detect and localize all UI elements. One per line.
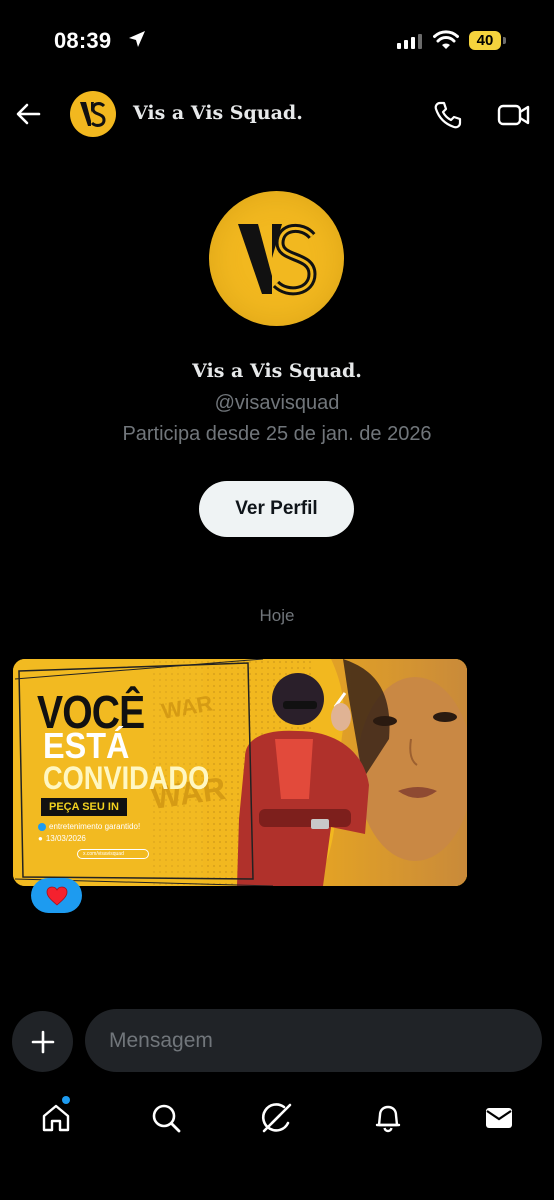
poster-date: ● 13/03/2026 <box>38 834 86 843</box>
view-profile-button[interactable]: Ver Perfil <box>199 481 354 537</box>
back-arrow-icon[interactable] <box>14 100 44 128</box>
plus-icon <box>31 1030 54 1053</box>
poster-cta: PEÇA SEU IN <box>41 798 127 816</box>
nav-grok[interactable] <box>257 1098 297 1138</box>
profile-name: Vis a Vis Squad. <box>192 360 362 382</box>
heart-icon <box>46 886 67 906</box>
grok-icon <box>261 1103 292 1133</box>
message-input[interactable] <box>107 1027 511 1054</box>
nav-search[interactable] <box>146 1098 186 1138</box>
header-avatar[interactable] <box>70 91 116 137</box>
verified-icon <box>38 822 46 831</box>
vs-logo <box>80 102 106 127</box>
poster-tagline-text: entretenimento garantido! <box>49 822 141 831</box>
battery-tip <box>503 37 506 44</box>
location-arrow-icon <box>129 31 145 47</box>
message-input-container[interactable] <box>85 1009 542 1072</box>
add-attachment-button[interactable] <box>12 1011 73 1072</box>
messages-icon <box>486 1108 512 1128</box>
status-time: 08:39 <box>54 28 112 53</box>
message-image[interactable]: WAR WAR VOCÊ ESTÁ CONVIDADO PEÇA SEU IN … <box>13 659 467 886</box>
nav-messages[interactable] <box>479 1098 519 1138</box>
conversation-title[interactable]: Vis a Vis Squad. <box>133 102 303 124</box>
profile-avatar[interactable] <box>209 191 344 326</box>
video-call-icon[interactable] <box>497 100 531 130</box>
poster-search-text: x.com/visavisquad <box>83 851 124 857</box>
battery-level: 40 <box>476 32 494 49</box>
poster-search-pill: x.com/visavisquad <box>77 849 149 859</box>
cellular-signal-icon <box>397 34 422 49</box>
poster-tagline: entretenimento garantido! <box>38 822 140 831</box>
wifi-icon <box>433 30 459 49</box>
nav-notifications[interactable] <box>368 1098 408 1138</box>
heart-reaction[interactable] <box>31 878 82 913</box>
date-separator: Hoje <box>259 606 295 625</box>
profile-joined-date: Participa desde 25 de jan. de 2026 <box>122 423 432 445</box>
search-icon <box>152 1104 181 1133</box>
battery-icon: 40 <box>469 31 501 50</box>
bell-icon <box>375 1105 401 1133</box>
poster-line-convidado: CONVIDADO <box>43 760 210 796</box>
profile-handle: @visavisquad <box>214 392 340 414</box>
notification-dot <box>62 1096 70 1104</box>
vs-logo <box>237 223 317 295</box>
home-icon <box>42 1104 70 1132</box>
poster-date-text: 13/03/2026 <box>45 834 86 843</box>
nav-home[interactable] <box>36 1098 76 1138</box>
bell-icon: ● <box>38 834 43 843</box>
phone-icon[interactable] <box>432 100 462 130</box>
